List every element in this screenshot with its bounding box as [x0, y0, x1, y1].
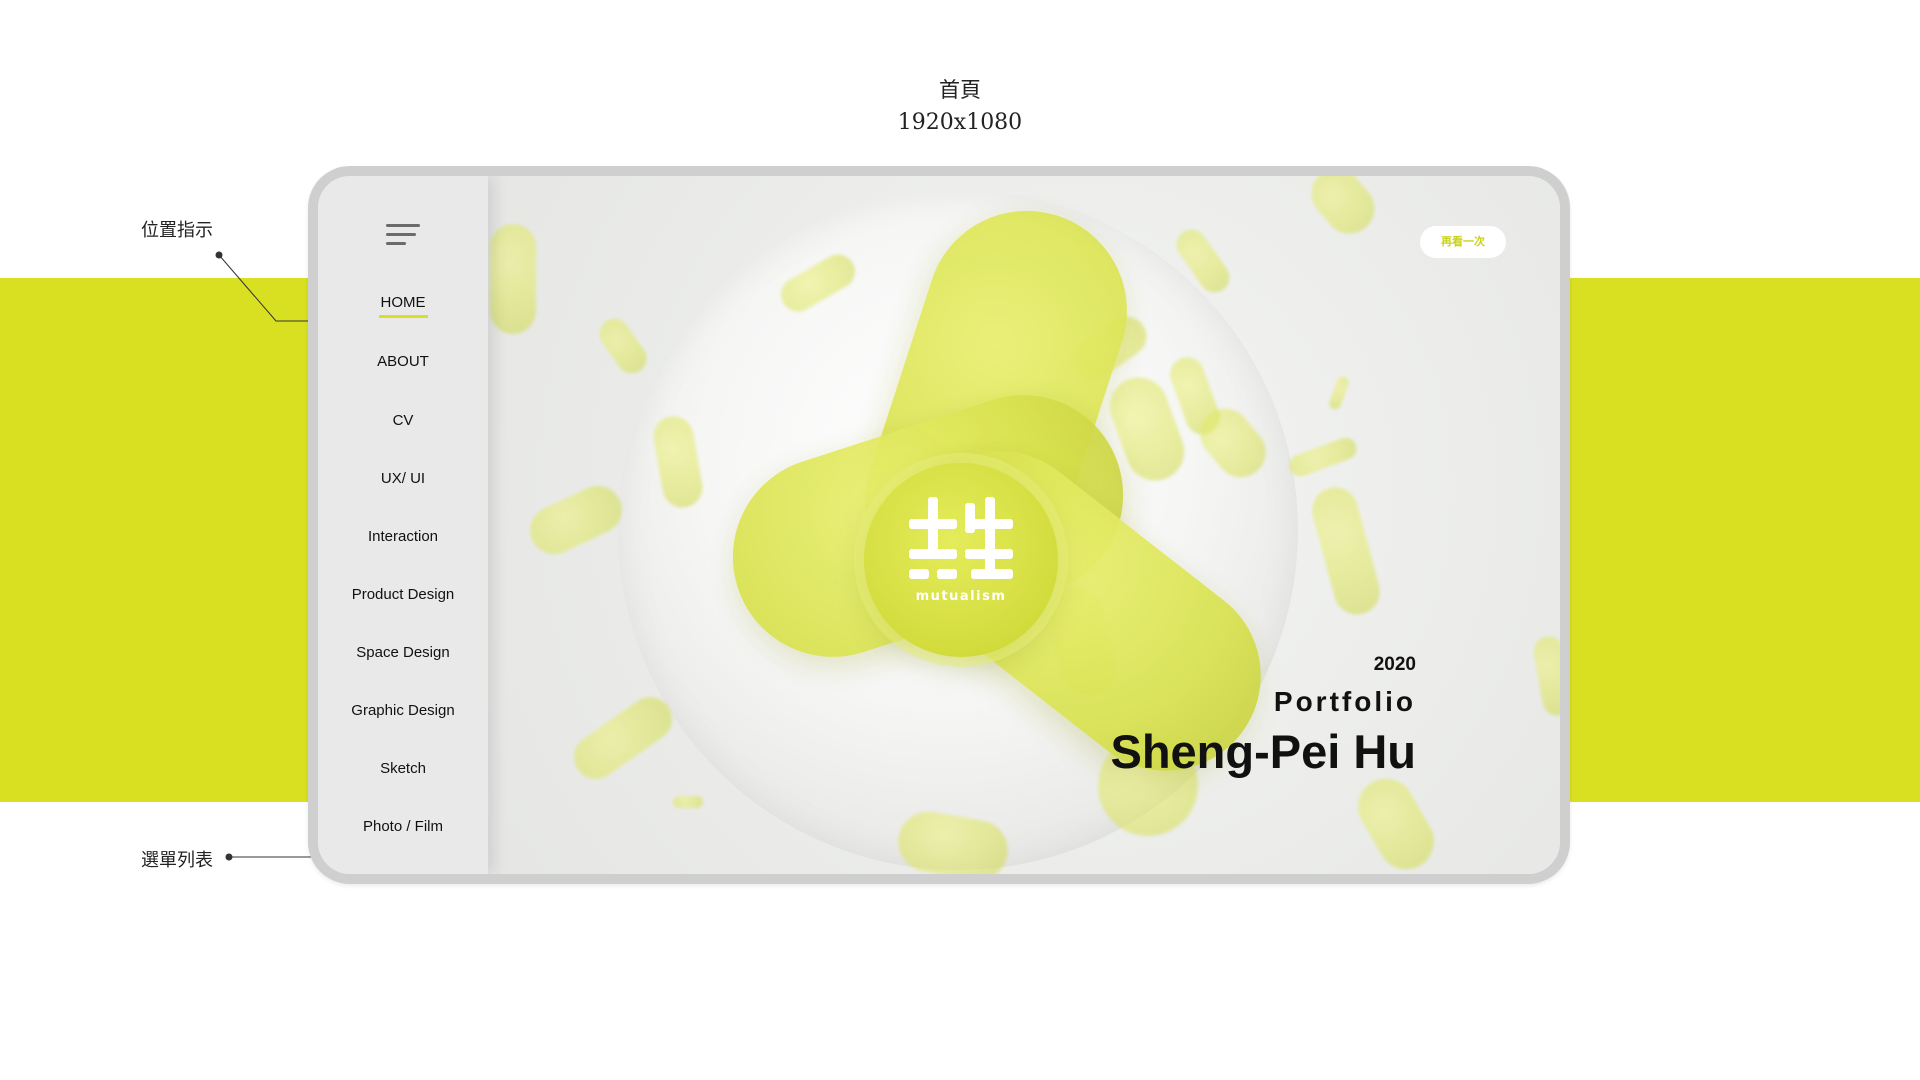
hamburger-menu-icon[interactable]	[386, 224, 420, 248]
decor-pill	[1531, 634, 1560, 718]
nav-item-interaction[interactable]: Interaction	[318, 528, 488, 545]
decor-pill	[593, 312, 653, 380]
sidebar-nav: HOME ABOUT CV UX/ UI Interaction Product…	[318, 176, 488, 874]
decor-pill	[1301, 176, 1385, 244]
decor-pill	[522, 477, 630, 563]
device-frame: mutualism 再看一次 2020 Portfolio Sheng-Pei …	[308, 166, 1570, 884]
decor-pill	[1286, 434, 1360, 480]
decor-pill	[490, 224, 536, 334]
nav-item-photo-film[interactable]: Photo / Film	[318, 818, 488, 835]
logo-hub: mutualism	[864, 463, 1058, 657]
annotation-menu-list: 選單列表	[141, 850, 213, 871]
decor-pill	[1327, 374, 1351, 412]
annotation-position-indicator: 位置指示	[141, 220, 213, 241]
nav-item-ux-ui[interactable]: UX/ UI	[318, 470, 488, 487]
decor-pill	[565, 688, 681, 788]
nav-item-cv[interactable]: CV	[318, 412, 488, 429]
hero-name: Sheng-Pei Hu	[1110, 725, 1416, 778]
nav-item-home[interactable]: HOME	[318, 294, 488, 311]
decor-pill	[1347, 768, 1445, 874]
decor-pill	[673, 796, 703, 808]
nav-active-indicator	[379, 315, 428, 318]
nav-item-product-design[interactable]: Product Design	[318, 586, 488, 603]
hero-year: 2020	[1373, 654, 1416, 675]
nav-item-about[interactable]: ABOUT	[318, 353, 488, 370]
logo-glyph-icon	[864, 497, 1058, 587]
nav-item-sketch[interactable]: Sketch	[318, 760, 488, 777]
page-caption-title: 首頁	[939, 78, 981, 102]
decor-pill	[1306, 482, 1386, 620]
nav-item-space-design[interactable]: Space Design	[318, 644, 488, 661]
hero-section: mutualism 再看一次 2020 Portfolio Sheng-Pei …	[318, 176, 1560, 874]
nav-item-graphic-design[interactable]: Graphic Design	[318, 702, 488, 719]
page-caption-size: 1920x1080	[897, 110, 1023, 135]
website-screen: mutualism 再看一次 2020 Portfolio Sheng-Pei …	[318, 176, 1560, 874]
hero-subtitle: Portfolio	[1273, 686, 1416, 717]
replay-button[interactable]: 再看一次	[1420, 226, 1506, 258]
logo-text: mutualism	[915, 589, 1007, 604]
